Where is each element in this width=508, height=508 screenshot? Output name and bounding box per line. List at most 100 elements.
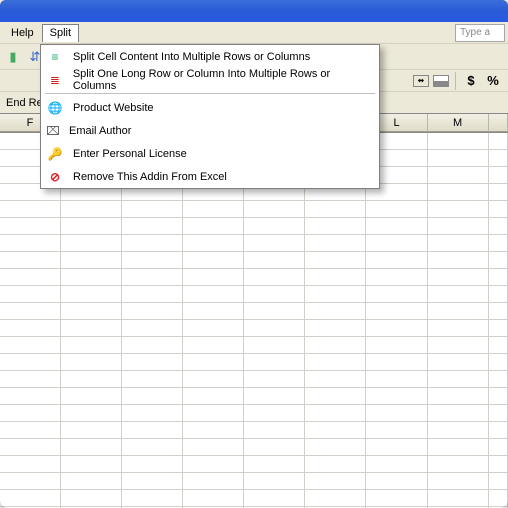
cell[interactable]: [428, 388, 489, 405]
cell[interactable]: [305, 371, 366, 388]
cell[interactable]: [305, 269, 366, 286]
cell[interactable]: [305, 303, 366, 320]
cell[interactable]: [0, 286, 61, 303]
cell[interactable]: [366, 490, 427, 507]
cell[interactable]: [122, 354, 183, 371]
cell[interactable]: [122, 422, 183, 439]
cell[interactable]: [244, 422, 305, 439]
cell[interactable]: [366, 422, 427, 439]
cells-icon[interactable]: [433, 75, 449, 87]
menu-split[interactable]: Split: [42, 24, 79, 42]
cell[interactable]: [183, 337, 244, 354]
cell[interactable]: [489, 235, 508, 252]
cell[interactable]: [305, 286, 366, 303]
cell[interactable]: [122, 303, 183, 320]
cell[interactable]: [244, 371, 305, 388]
cell[interactable]: [489, 218, 508, 235]
cell[interactable]: [122, 286, 183, 303]
cell[interactable]: [366, 405, 427, 422]
cell[interactable]: [366, 269, 427, 286]
cell[interactable]: [0, 218, 61, 235]
cell[interactable]: [183, 303, 244, 320]
cell[interactable]: [305, 422, 366, 439]
cell[interactable]: [122, 405, 183, 422]
merge-icon[interactable]: ⬌: [413, 75, 429, 87]
cell[interactable]: [305, 354, 366, 371]
cell[interactable]: [122, 456, 183, 473]
cell[interactable]: [183, 320, 244, 337]
cell[interactable]: [0, 405, 61, 422]
cell[interactable]: [61, 303, 122, 320]
cell[interactable]: [305, 388, 366, 405]
cell[interactable]: [489, 490, 508, 507]
cell[interactable]: [0, 473, 61, 490]
cell[interactable]: [366, 286, 427, 303]
cell[interactable]: [489, 133, 508, 150]
cell[interactable]: [489, 388, 508, 405]
cell[interactable]: [183, 235, 244, 252]
cell[interactable]: [122, 439, 183, 456]
cell[interactable]: [305, 320, 366, 337]
cell[interactable]: [61, 201, 122, 218]
cell[interactable]: [0, 371, 61, 388]
cell[interactable]: [489, 439, 508, 456]
cell[interactable]: [428, 235, 489, 252]
cell[interactable]: [183, 439, 244, 456]
cell[interactable]: [428, 269, 489, 286]
cell[interactable]: [183, 201, 244, 218]
cell[interactable]: [428, 167, 489, 184]
cell[interactable]: [244, 490, 305, 507]
cell[interactable]: [122, 337, 183, 354]
cell[interactable]: [489, 269, 508, 286]
cell[interactable]: [305, 252, 366, 269]
cell[interactable]: [0, 303, 61, 320]
cell[interactable]: [61, 405, 122, 422]
cell[interactable]: [0, 354, 61, 371]
cell[interactable]: [428, 422, 489, 439]
cell[interactable]: [61, 320, 122, 337]
cell[interactable]: [122, 371, 183, 388]
cell[interactable]: [61, 269, 122, 286]
cell[interactable]: [244, 354, 305, 371]
cell[interactable]: [183, 286, 244, 303]
cell[interactable]: [305, 456, 366, 473]
cell[interactable]: [61, 490, 122, 507]
cell[interactable]: [122, 473, 183, 490]
cell[interactable]: [489, 320, 508, 337]
menu-enter-license[interactable]: 🔑 Enter Personal License: [41, 142, 379, 165]
cell[interactable]: [122, 235, 183, 252]
cell[interactable]: [244, 439, 305, 456]
cell[interactable]: [428, 473, 489, 490]
cell[interactable]: [244, 269, 305, 286]
cell[interactable]: [0, 388, 61, 405]
cell[interactable]: [122, 252, 183, 269]
cell[interactable]: [61, 473, 122, 490]
cell[interactable]: [366, 201, 427, 218]
cell[interactable]: [366, 456, 427, 473]
cell[interactable]: [244, 337, 305, 354]
cell[interactable]: [244, 456, 305, 473]
cell[interactable]: [489, 473, 508, 490]
cell[interactable]: [244, 405, 305, 422]
cell[interactable]: [61, 456, 122, 473]
cell[interactable]: [244, 218, 305, 235]
cell[interactable]: [489, 371, 508, 388]
cell[interactable]: [305, 235, 366, 252]
cell[interactable]: [244, 252, 305, 269]
menu-product-website[interactable]: 🌐 Product Website: [41, 96, 379, 119]
cell[interactable]: [183, 371, 244, 388]
menu-email-author[interactable]: Email Author: [41, 119, 379, 142]
cell[interactable]: [0, 337, 61, 354]
grid-body[interactable]: [0, 133, 508, 508]
cell[interactable]: [489, 150, 508, 167]
cell[interactable]: [61, 235, 122, 252]
cell[interactable]: [183, 490, 244, 507]
cell[interactable]: [428, 405, 489, 422]
cell[interactable]: [0, 439, 61, 456]
cell[interactable]: [183, 405, 244, 422]
cell[interactable]: [428, 184, 489, 201]
cell[interactable]: [428, 303, 489, 320]
menu-help[interactable]: Help: [3, 24, 42, 42]
cell[interactable]: [305, 490, 366, 507]
cell[interactable]: [0, 269, 61, 286]
